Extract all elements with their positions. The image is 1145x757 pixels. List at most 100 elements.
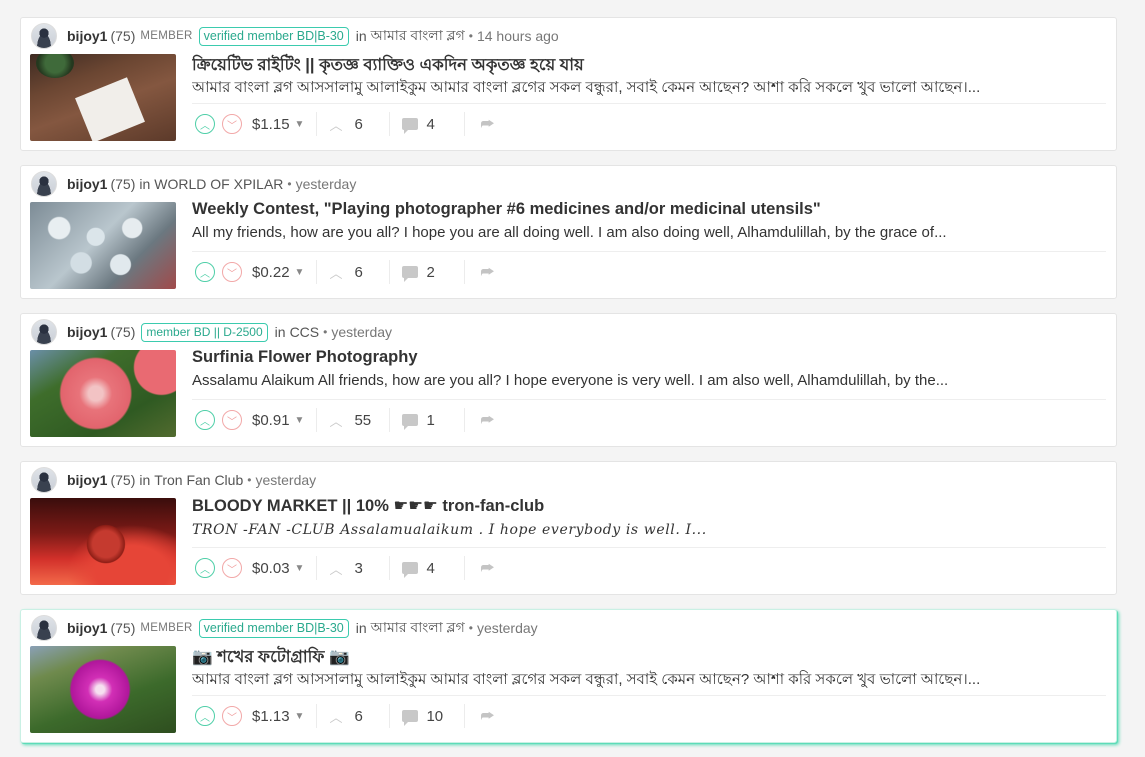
payout-dropdown[interactable]: $0.91 ▼: [252, 412, 304, 429]
votes-count[interactable]: ︿ 6: [329, 263, 377, 282]
votes-count[interactable]: ︿ 6: [329, 707, 377, 726]
member-badge: member BD || D-2500: [141, 322, 268, 342]
downvote-chevron-icon[interactable]: ﹀: [222, 262, 242, 282]
reblog-icon[interactable]: ⮫: [477, 116, 497, 133]
community-link[interactable]: CCS: [290, 324, 320, 340]
author-link[interactable]: bijoy1: [67, 28, 107, 44]
payout-dropdown[interactable]: $1.13 ▼: [252, 708, 304, 725]
divider: [192, 547, 1106, 548]
chevron-up-icon: ︿: [329, 413, 343, 429]
votes-count[interactable]: ︿ 3: [329, 559, 377, 578]
divider: [192, 399, 1106, 400]
thank-you-note-photo-icon[interactable]: [30, 54, 176, 141]
author-link[interactable]: bijoy1: [67, 176, 107, 192]
post-title[interactable]: BLOODY MARKET || 10% ☛☛☛ tron-fan-club: [192, 496, 1106, 516]
medicine-blister-photo-icon[interactable]: [30, 202, 176, 289]
votes-count[interactable]: ︿ 55: [329, 411, 377, 430]
comments-count[interactable]: 1: [402, 412, 452, 430]
author-link[interactable]: bijoy1: [67, 324, 107, 340]
reblog-icon[interactable]: ⮫: [477, 708, 497, 725]
payout-dropdown[interactable]: $1.15 ▼: [252, 116, 304, 133]
payout-value: $0.91: [252, 411, 290, 429]
divider: [192, 695, 1106, 696]
post-card[interactable]: bijoy1 (75) in WORLD OF XPILAR • yesterd…: [20, 165, 1117, 299]
chevron-up-icon: ︿: [329, 117, 343, 133]
upvote-chevron-icon[interactable]: ︿: [195, 558, 215, 578]
post-feed: bijoy1 (75) MEMBER verified member BD|B-…: [0, 0, 1145, 757]
post-time[interactable]: 14 hours ago: [477, 28, 559, 44]
caret-down-icon: ▼: [294, 562, 305, 574]
community-link[interactable]: আমার বাংলা ব্লগ: [371, 24, 465, 48]
post-time[interactable]: yesterday: [331, 324, 392, 340]
separator-dot: •: [287, 177, 292, 191]
separator-dot: •: [468, 621, 473, 635]
post-summary[interactable]: আমার বাংলা ব্লগ আসসালামু আলাইকুম আমার বা…: [192, 76, 1087, 101]
post-card[interactable]: bijoy1 (75) MEMBER verified member BD|B-…: [20, 609, 1117, 743]
downvote-chevron-icon[interactable]: ﹀: [222, 410, 242, 430]
comments-count[interactable]: 10: [402, 708, 452, 726]
upvote-chevron-icon[interactable]: ︿: [195, 706, 215, 726]
pink-flower-photo-icon[interactable]: [30, 350, 176, 437]
upvote-chevron-icon[interactable]: ︿: [195, 262, 215, 282]
community-link[interactable]: আমার বাংলা ব্লগ: [371, 616, 465, 640]
post-header: bijoy1 (75) in WORLD OF XPILAR • yesterd…: [31, 171, 356, 197]
payout-dropdown[interactable]: $0.03 ▼: [252, 560, 304, 577]
upvote-chevron-icon[interactable]: ︿: [195, 114, 215, 134]
post-time[interactable]: yesterday: [477, 620, 538, 636]
reblog-icon[interactable]: ⮫: [477, 412, 497, 429]
payout-value: $1.13: [252, 707, 290, 725]
post-summary[interactable]: All my friends, how are you all? I hope …: [192, 224, 1087, 241]
divider: [389, 556, 391, 580]
bitcoin-red-photo-icon[interactable]: [30, 498, 176, 585]
post-time[interactable]: yesterday: [255, 472, 316, 488]
upvote-chevron-icon[interactable]: ︿: [195, 410, 215, 430]
comment-bubble-icon: [402, 414, 419, 430]
in-label: in: [139, 176, 151, 192]
downvote-chevron-icon[interactable]: ﹀: [222, 114, 242, 134]
avatar[interactable]: [31, 23, 57, 49]
author-link[interactable]: bijoy1: [67, 472, 107, 488]
reblog-icon[interactable]: ⮫: [477, 560, 497, 577]
post-title[interactable]: ক্রিয়েটিভ রাইটিং || কৃতজ্ঞ ব্যাক্তিও এক…: [192, 52, 1106, 79]
payout-value: $0.03: [252, 559, 290, 577]
post-summary[interactable]: আমার বাংলা ব্লগ আসসালামু আলাইকুম আমার বা…: [192, 668, 1087, 693]
community-link[interactable]: Tron Fan Club: [154, 472, 243, 488]
avatar[interactable]: [31, 171, 57, 197]
comment-bubble-icon: [402, 562, 419, 578]
divider: [316, 556, 318, 580]
avatar[interactable]: [31, 319, 57, 345]
caret-down-icon: ▼: [294, 710, 305, 722]
author-link[interactable]: bijoy1: [67, 620, 107, 636]
comments-count[interactable]: 4: [402, 559, 452, 578]
divider: [389, 704, 391, 728]
votes-count[interactable]: ︿ 6: [329, 115, 377, 134]
post-card[interactable]: bijoy1 (75) member BD || D-2500 in CCS •…: [20, 313, 1117, 447]
payout-dropdown[interactable]: $0.22 ▼: [252, 264, 304, 281]
post-summary[interactable]: TRON -FAN -CLUB Assalamualaikum . I hope…: [192, 522, 1087, 538]
divider: [316, 408, 318, 432]
post-time[interactable]: yesterday: [296, 176, 357, 192]
community-link[interactable]: WORLD OF XPILAR: [154, 176, 283, 192]
author-reputation: (75): [110, 176, 136, 192]
post-card[interactable]: bijoy1 (75) in Tron Fan Club • yesterday…: [20, 461, 1117, 595]
comments-count[interactable]: 2: [402, 264, 452, 282]
avatar[interactable]: [31, 615, 57, 641]
chevron-up-icon: ︿: [329, 709, 343, 725]
post-title[interactable]: Surfinia Flower Photography: [192, 348, 1106, 367]
downvote-chevron-icon[interactable]: ﹀: [222, 558, 242, 578]
post-summary[interactable]: Assalamu Alaikum All friends, how are yo…: [192, 372, 1087, 389]
avatar[interactable]: [31, 467, 57, 493]
divider: [464, 556, 466, 580]
separator-dot: •: [323, 325, 328, 339]
magenta-flower-photo-icon[interactable]: [30, 646, 176, 733]
member-role: MEMBER: [140, 30, 193, 42]
post-title[interactable]: Weekly Contest, "Playing photographer #6…: [192, 200, 1106, 219]
comments-value: 4: [426, 559, 435, 577]
post-title[interactable]: 📷 শখের ফটোগ্রাফি 📷: [192, 644, 1106, 671]
downvote-chevron-icon[interactable]: ﹀: [222, 706, 242, 726]
comments-count[interactable]: 4: [402, 116, 452, 134]
post-card[interactable]: bijoy1 (75) MEMBER verified member BD|B-…: [20, 17, 1117, 151]
post-header: bijoy1 (75) member BD || D-2500 in CCS •…: [31, 319, 392, 345]
caret-down-icon: ▼: [294, 266, 305, 278]
reblog-icon[interactable]: ⮫: [477, 264, 497, 281]
